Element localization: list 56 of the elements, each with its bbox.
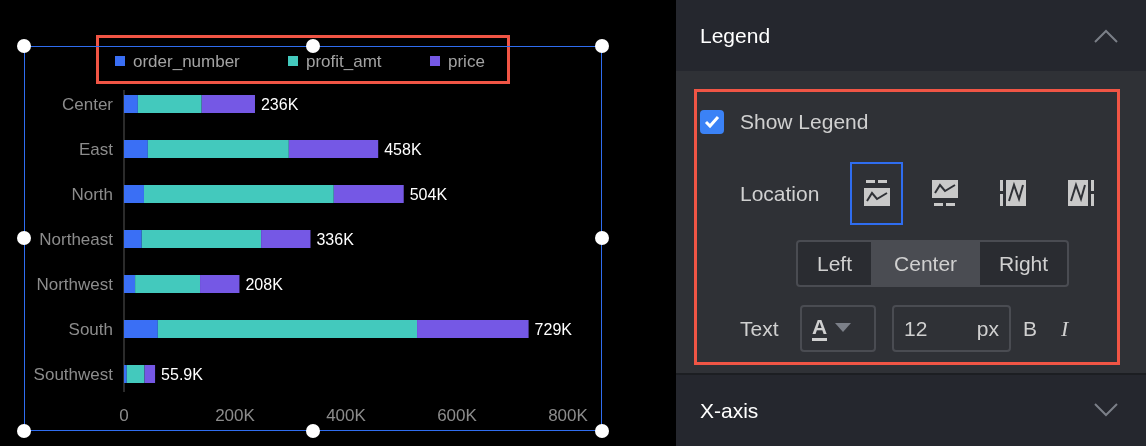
resize-handle[interactable] (595, 39, 609, 53)
section-title: X-axis (700, 397, 759, 424)
alignment-tab[interactable]: Center (873, 239, 979, 287)
legend-top-icon (863, 180, 890, 207)
text-label: Text (740, 315, 780, 342)
resize-handle[interactable] (17, 424, 31, 438)
category-label: Southwest (33, 365, 113, 384)
font-color-dropdown[interactable]: A (800, 304, 876, 352)
value-label: 208K (245, 276, 283, 293)
value-label: 236K (261, 96, 299, 113)
resize-handle[interactable] (306, 39, 320, 53)
font-size-field[interactable]: 12 px (892, 304, 1011, 352)
value-label: 504K (409, 186, 448, 203)
resize-handle[interactable] (306, 424, 320, 438)
value-label: 729K (534, 321, 572, 338)
value-label: 336K (316, 231, 354, 248)
location-label: Location (740, 180, 821, 207)
tick-label: 200K (215, 406, 255, 425)
legend-label: price (448, 52, 485, 71)
italic-button[interactable]: I (1059, 311, 1071, 345)
category-label: Northeast (39, 230, 113, 249)
resize-handle[interactable] (17, 39, 31, 53)
font-size-unit: px (976, 315, 999, 342)
tick-label: 800K (548, 406, 588, 425)
caret-icon (835, 323, 852, 334)
category-label: Center (61, 95, 113, 114)
chevron-up-icon (1094, 28, 1118, 43)
tick-label: 600K (437, 406, 477, 425)
category-label: South (68, 320, 113, 339)
category-label: North (71, 185, 113, 204)
tick-label: 400K (326, 406, 366, 425)
alignment-tab[interactable]: Right (978, 239, 1070, 287)
alignment-tab[interactable]: Left (796, 239, 874, 287)
show-legend-checkbox[interactable] (700, 110, 724, 135)
bold-button[interactable]: B (1021, 312, 1039, 345)
legend-label: profit_amt (306, 52, 382, 71)
font-color-glyph: A (812, 315, 828, 341)
value-label: 55.9K (161, 366, 203, 383)
category-label: East (78, 140, 113, 159)
section-title: Legend (700, 22, 771, 49)
location-option[interactable] (850, 161, 903, 225)
resize-handle[interactable] (595, 424, 609, 438)
chevron-down-icon (1094, 403, 1118, 418)
bar (201, 95, 255, 113)
resize-handle[interactable] (17, 231, 31, 245)
check-icon (704, 115, 720, 130)
legend-label: order_number (133, 52, 240, 71)
legend-bottom-icon (931, 180, 958, 207)
legend-right-icon (1067, 180, 1094, 207)
resize-handle[interactable] (595, 231, 609, 245)
legend-left-icon (999, 180, 1026, 207)
font-size-value: 12 (904, 315, 928, 342)
tick-label: 0 (119, 406, 129, 425)
category-label: Northwest (36, 275, 113, 294)
show-legend-label: Show Legend (740, 109, 869, 136)
value-label: 458K (384, 141, 422, 158)
